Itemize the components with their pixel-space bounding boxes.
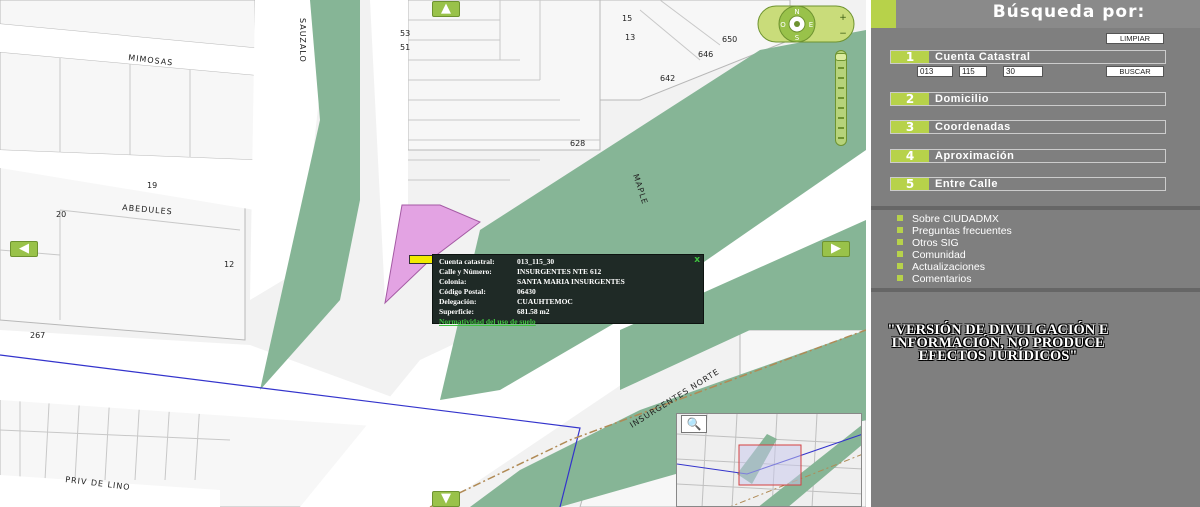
lot-number: 13: [625, 33, 635, 42]
close-icon[interactable]: x: [694, 255, 700, 265]
info-value: CUAUHTEMOC: [517, 297, 573, 306]
lot-number: 20: [56, 210, 66, 219]
link-label: Actualizaciones: [912, 261, 985, 273]
zoom-tick: [838, 87, 844, 89]
lot-number: 53: [400, 29, 410, 38]
info-key: Delegación:: [439, 297, 477, 306]
bullet-icon: [897, 263, 903, 269]
parcel-info-popup: x Cuenta catastral: 013_115_30 Calle y Nú…: [432, 254, 704, 327]
option-label: Aproximación: [935, 150, 1015, 162]
info-key: Superficie:: [439, 307, 474, 316]
link-label: Comunidad: [912, 249, 966, 261]
search-option-cuenta-catastral[interactable]: 1 Cuenta Catastral: [890, 50, 1166, 64]
compass-east[interactable]: E: [809, 21, 813, 29]
bullet-icon: [897, 275, 903, 281]
info-links: Sobre CIUDADMX Preguntas frecuentes Otro…: [897, 213, 1012, 285]
zoom-slider-handle[interactable]: [835, 53, 847, 61]
link-label: Comentarios: [912, 273, 972, 285]
cuenta-lote-input[interactable]: [1003, 66, 1043, 77]
lot-number: 51: [400, 43, 410, 52]
link-actualizaciones[interactable]: Actualizaciones: [897, 261, 1012, 273]
info-value: SANTA MARIA INSURGENTES: [517, 277, 625, 286]
bullet-icon: [897, 215, 903, 221]
info-value: 06430: [517, 287, 536, 296]
lot-number: 628: [570, 139, 585, 148]
compass-south[interactable]: S: [795, 34, 800, 42]
info-key: Cuenta catastral:: [439, 257, 495, 266]
zoom-tick: [838, 67, 844, 69]
cuenta-manzana-input[interactable]: [959, 66, 987, 77]
limpiar-button[interactable]: LIMPIAR: [1106, 33, 1164, 44]
lot-number: 15: [622, 14, 632, 23]
link-label: Sobre CIUDADMX: [912, 213, 999, 225]
header-accent: [871, 0, 896, 28]
link-label: Preguntas frecuentes: [912, 225, 1012, 237]
lot-number: 12: [224, 260, 234, 269]
zoom-tick: [838, 127, 844, 129]
option-label: Domicilio: [935, 93, 990, 105]
zoom-tick: [838, 117, 844, 119]
panel-divider: [871, 206, 1200, 210]
lot-number: 267: [30, 331, 45, 340]
link-preguntas-frecuentes[interactable]: Preguntas frecuentes: [897, 225, 1012, 237]
map-view[interactable]: MIMOSAS SAUZALO ABEDULES MAPLE INSURGENT…: [0, 0, 866, 507]
option-number: 5: [891, 178, 929, 190]
info-key: Calle y Número:: [439, 267, 492, 276]
buscar-button[interactable]: BUSCAR: [1106, 66, 1164, 77]
lot-number: 642: [660, 74, 675, 83]
zoom-tick: [838, 77, 844, 79]
pan-right-arrow-icon[interactable]: ▶: [822, 241, 850, 257]
option-number: 2: [891, 93, 929, 105]
search-option-domicilio[interactable]: 2 Domicilio: [890, 92, 1166, 106]
zoom-slider[interactable]: [835, 50, 847, 146]
zoom-tick: [838, 97, 844, 99]
street-sauzalo: SAUZALO: [298, 18, 307, 63]
link-sobre-ciudadmx[interactable]: Sobre CIUDADMX: [897, 213, 1012, 225]
compass-north[interactable]: N: [794, 8, 799, 16]
bullet-icon: [897, 227, 903, 233]
magnifier-icon[interactable]: 🔍: [681, 415, 707, 433]
option-label: Cuenta Catastral: [935, 51, 1031, 63]
search-option-coordenadas[interactable]: 3 Coordenadas: [890, 120, 1166, 134]
pan-up-arrow-icon[interactable]: ▲: [432, 1, 460, 17]
info-value: 013_115_30: [517, 257, 555, 266]
zoom-in-icon[interactable]: +: [839, 13, 847, 23]
bullet-icon: [897, 251, 903, 257]
overview-viewport[interactable]: [738, 444, 802, 486]
lot-number: 19: [147, 181, 157, 190]
compass-control[interactable]: N S O E + −: [757, 4, 855, 44]
option-number: 4: [891, 150, 929, 162]
link-label: Otros SIG: [912, 237, 959, 249]
info-key: Colonia:: [439, 277, 467, 286]
link-comunidad[interactable]: Comunidad: [897, 249, 1012, 261]
link-comentarios[interactable]: Comentarios: [897, 273, 1012, 285]
lot-number: 646: [698, 50, 713, 59]
zoom-tick: [838, 137, 844, 139]
location-marker-icon[interactable]: [409, 255, 434, 264]
pan-left-arrow-icon[interactable]: ◀: [10, 241, 38, 257]
info-value: 681.58 m2: [517, 307, 550, 316]
option-label: Entre Calle: [935, 178, 998, 190]
pan-down-arrow-icon[interactable]: ▼: [432, 491, 460, 507]
zoom-tick: [838, 107, 844, 109]
zoom-out-icon[interactable]: −: [839, 29, 847, 39]
search-option-entre-calle[interactable]: 5 Entre Calle: [890, 177, 1166, 191]
info-key: Código Postal:: [439, 287, 486, 296]
cuenta-region-input[interactable]: [917, 66, 953, 77]
link-otros-sig[interactable]: Otros SIG: [897, 237, 1012, 249]
option-number: 3: [891, 121, 929, 133]
lot-number: 650: [722, 35, 737, 44]
land-use-link[interactable]: Normatividad del uso de suelo: [439, 317, 697, 327]
search-option-aproximacion[interactable]: 4 Aproximación: [890, 149, 1166, 163]
info-value: INSURGENTES NTE 612: [517, 267, 602, 276]
panel-divider: [871, 288, 1200, 292]
option-label: Coordenadas: [935, 121, 1011, 133]
bullet-icon: [897, 239, 903, 245]
panel-title: Búsqueda por:: [992, 2, 1146, 22]
legal-disclaimer: "VERSIÓN DE DIVULGACIÓN E INFORMACIÓN, N…: [887, 322, 1109, 364]
option-number: 1: [891, 51, 929, 63]
compass-west[interactable]: O: [780, 21, 786, 29]
search-panel: Búsqueda por: LIMPIAR 1 Cuenta Catastral…: [871, 0, 1200, 507]
